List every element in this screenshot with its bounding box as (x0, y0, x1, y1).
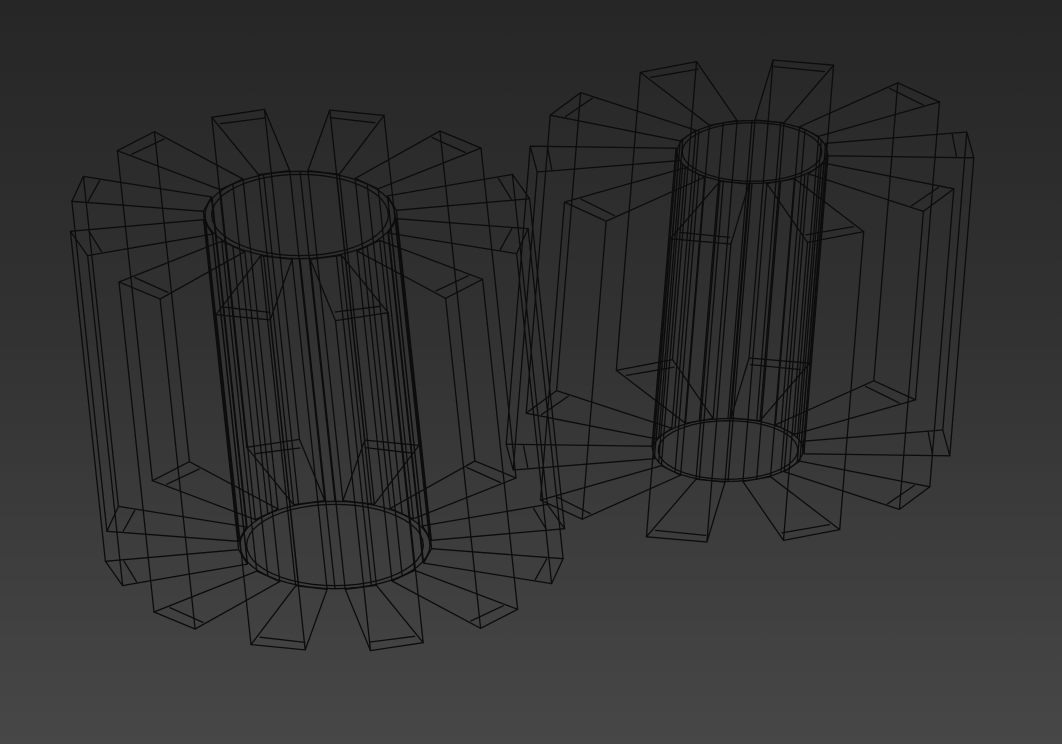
tooth-top-face (529, 145, 680, 173)
tooth-bevel (927, 431, 934, 455)
tooth-bottom-face (539, 465, 682, 520)
tooth-top-face (354, 130, 482, 190)
tooth-edge (808, 64, 835, 364)
hub-edge (796, 163, 822, 463)
tooth-bottom-face (645, 478, 726, 543)
tooth-edge (395, 209, 433, 541)
tooth-edge (82, 175, 120, 508)
tooth-bottom-face (800, 429, 951, 457)
tooth-bevel (522, 445, 529, 469)
tooth-top-face (824, 131, 975, 159)
hub-ring-bottom (239, 500, 431, 590)
tooth-bevel (654, 529, 707, 537)
tooth-top-face (754, 59, 835, 124)
tooth-top-face (807, 162, 955, 213)
tooth-edge (210, 196, 248, 528)
tooth-edge (511, 173, 549, 506)
hub-edge (727, 119, 753, 420)
tooth-edge (395, 218, 433, 550)
tooth-edge (289, 170, 326, 502)
tooth-bevel (649, 68, 699, 79)
tooth-bevel (781, 523, 831, 534)
tooth-bevel (329, 116, 376, 124)
tooth-edge (515, 252, 553, 585)
tooth-edge (377, 188, 414, 520)
tooth-edge (555, 91, 582, 392)
hub-ring-top (204, 170, 396, 260)
tooth-edge (338, 173, 375, 505)
tooth-bottom-face (505, 443, 656, 471)
tooth-bevel (773, 65, 826, 73)
tooth-edge (800, 142, 827, 442)
tooth-top-face (798, 82, 941, 137)
tooth-edge (645, 238, 672, 538)
gear-right[interactable] (505, 59, 975, 543)
tooth-bevel (625, 366, 675, 377)
tooth-edge (260, 255, 297, 587)
tooth-edge (69, 230, 107, 562)
tooth-bevel (534, 558, 548, 581)
tooth-edge (695, 180, 721, 480)
tooth-edge (898, 210, 925, 511)
hub-edge (232, 183, 269, 515)
tooth-edge (615, 71, 641, 372)
tooth-edge (581, 220, 607, 520)
tooth-edge (221, 240, 258, 572)
tooth-edge (202, 210, 240, 542)
tooth-bevel (87, 179, 101, 202)
tooth-edge (505, 145, 531, 445)
tooth-edge (309, 258, 346, 590)
tooth-edge (387, 232, 425, 564)
tooth-bevel (951, 133, 958, 157)
hub-edge (727, 182, 753, 483)
tooth-bevel (499, 228, 513, 251)
hub-edge (366, 245, 403, 577)
tooth-bevel (865, 385, 900, 404)
tooth-edge (86, 254, 124, 587)
tooth-edge (202, 219, 240, 551)
tooth-bevel (369, 635, 416, 643)
tooth-bevel (259, 636, 306, 644)
tooth-bottom-face (783, 460, 931, 511)
hub-edge (335, 254, 373, 587)
hub-edge (658, 139, 684, 439)
tooth-bevel (497, 177, 512, 200)
tooth-bevel (805, 225, 855, 236)
tooth-top-face (549, 91, 697, 142)
tooth-bevel (122, 509, 136, 532)
viewport-wireframe[interactable] (0, 0, 1062, 744)
tooth-bevel (123, 560, 138, 583)
hub-edge (262, 173, 300, 506)
tooth-bevel (889, 87, 924, 106)
tooth-edge (759, 122, 785, 422)
tooth-edge (914, 101, 941, 401)
tooth-bevel (580, 198, 615, 217)
tooth-top-face (116, 131, 244, 191)
tooth-edge (949, 157, 975, 457)
wireframe-scene[interactable] (0, 0, 1062, 744)
tooth-edge (873, 82, 899, 382)
tooth-top-face (386, 173, 531, 211)
tooth-edge (244, 250, 281, 583)
tooth-bevel (219, 117, 266, 125)
tooth-bottom-face (104, 549, 249, 587)
tooth-bevel (546, 147, 553, 171)
gear-left[interactable] (69, 108, 566, 652)
tooth-edge (354, 177, 391, 510)
tooth-bottom-face (153, 570, 281, 630)
tooth-edge (655, 140, 681, 440)
tooth-edge (839, 230, 865, 531)
tooth-bottom-face (391, 569, 519, 629)
